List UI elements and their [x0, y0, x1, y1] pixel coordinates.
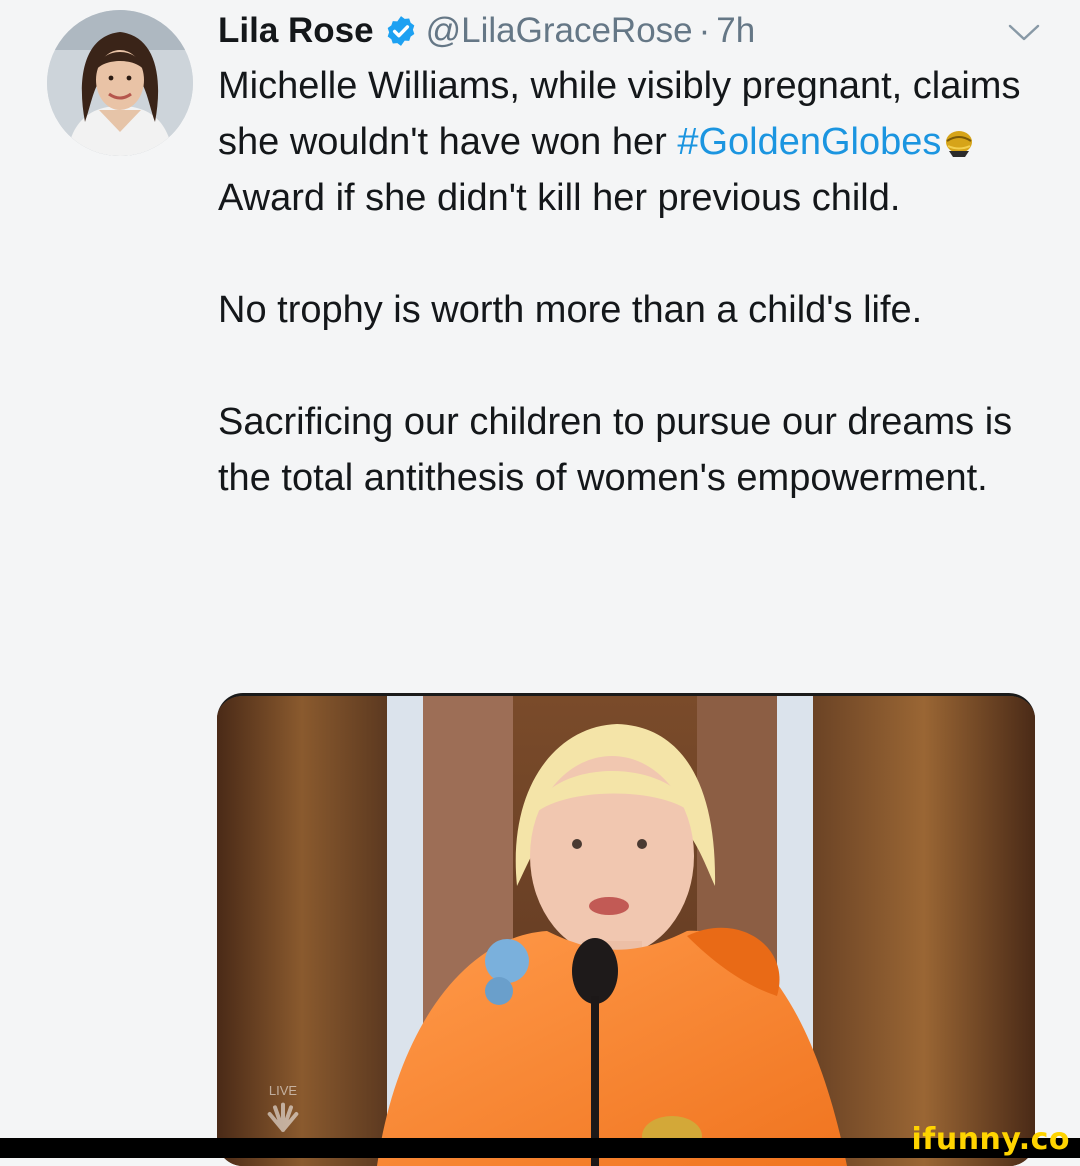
- tweet-paragraph-1: Michelle Williams, while visibly pregnan…: [218, 58, 1058, 226]
- verified-badge-icon: [384, 14, 418, 48]
- tweet-paragraph-3: Sacrificing our children to pursue our d…: [218, 401, 1013, 499]
- chevron-down-icon[interactable]: [1006, 20, 1042, 44]
- header-separator: ·: [698, 11, 711, 50]
- avatar[interactable]: [47, 10, 193, 156]
- video-still: [217, 696, 1035, 1166]
- nbc-peacock-icon: [267, 1102, 299, 1132]
- tweet-paragraph-2: No trophy is worth more than a child's l…: [218, 289, 923, 331]
- author-handle[interactable]: @LilaGraceRose: [426, 11, 693, 51]
- live-label: LIVE: [268, 1083, 298, 1098]
- tweet-timestamp[interactable]: 7h: [716, 11, 755, 51]
- broadcast-watermark: LIVE: [263, 1084, 303, 1138]
- author-name[interactable]: Lila Rose: [218, 11, 374, 51]
- avatar-photo: [47, 10, 193, 156]
- hashtag-link[interactable]: #GoldenGlobes: [677, 121, 941, 163]
- site-watermark: ifunny.co: [911, 1122, 1070, 1157]
- tweet-text-segment: Award if she didn't kill her previous ch…: [218, 177, 901, 219]
- tweet-header: Lila Rose @LilaGraceRose · 7h: [218, 6, 1038, 56]
- golden-globe-emoji-icon: [943, 119, 975, 157]
- tweet-media-video[interactable]: LIVE: [217, 693, 1035, 1166]
- tweet-text: Michelle Williams, while visibly pregnan…: [218, 58, 1058, 506]
